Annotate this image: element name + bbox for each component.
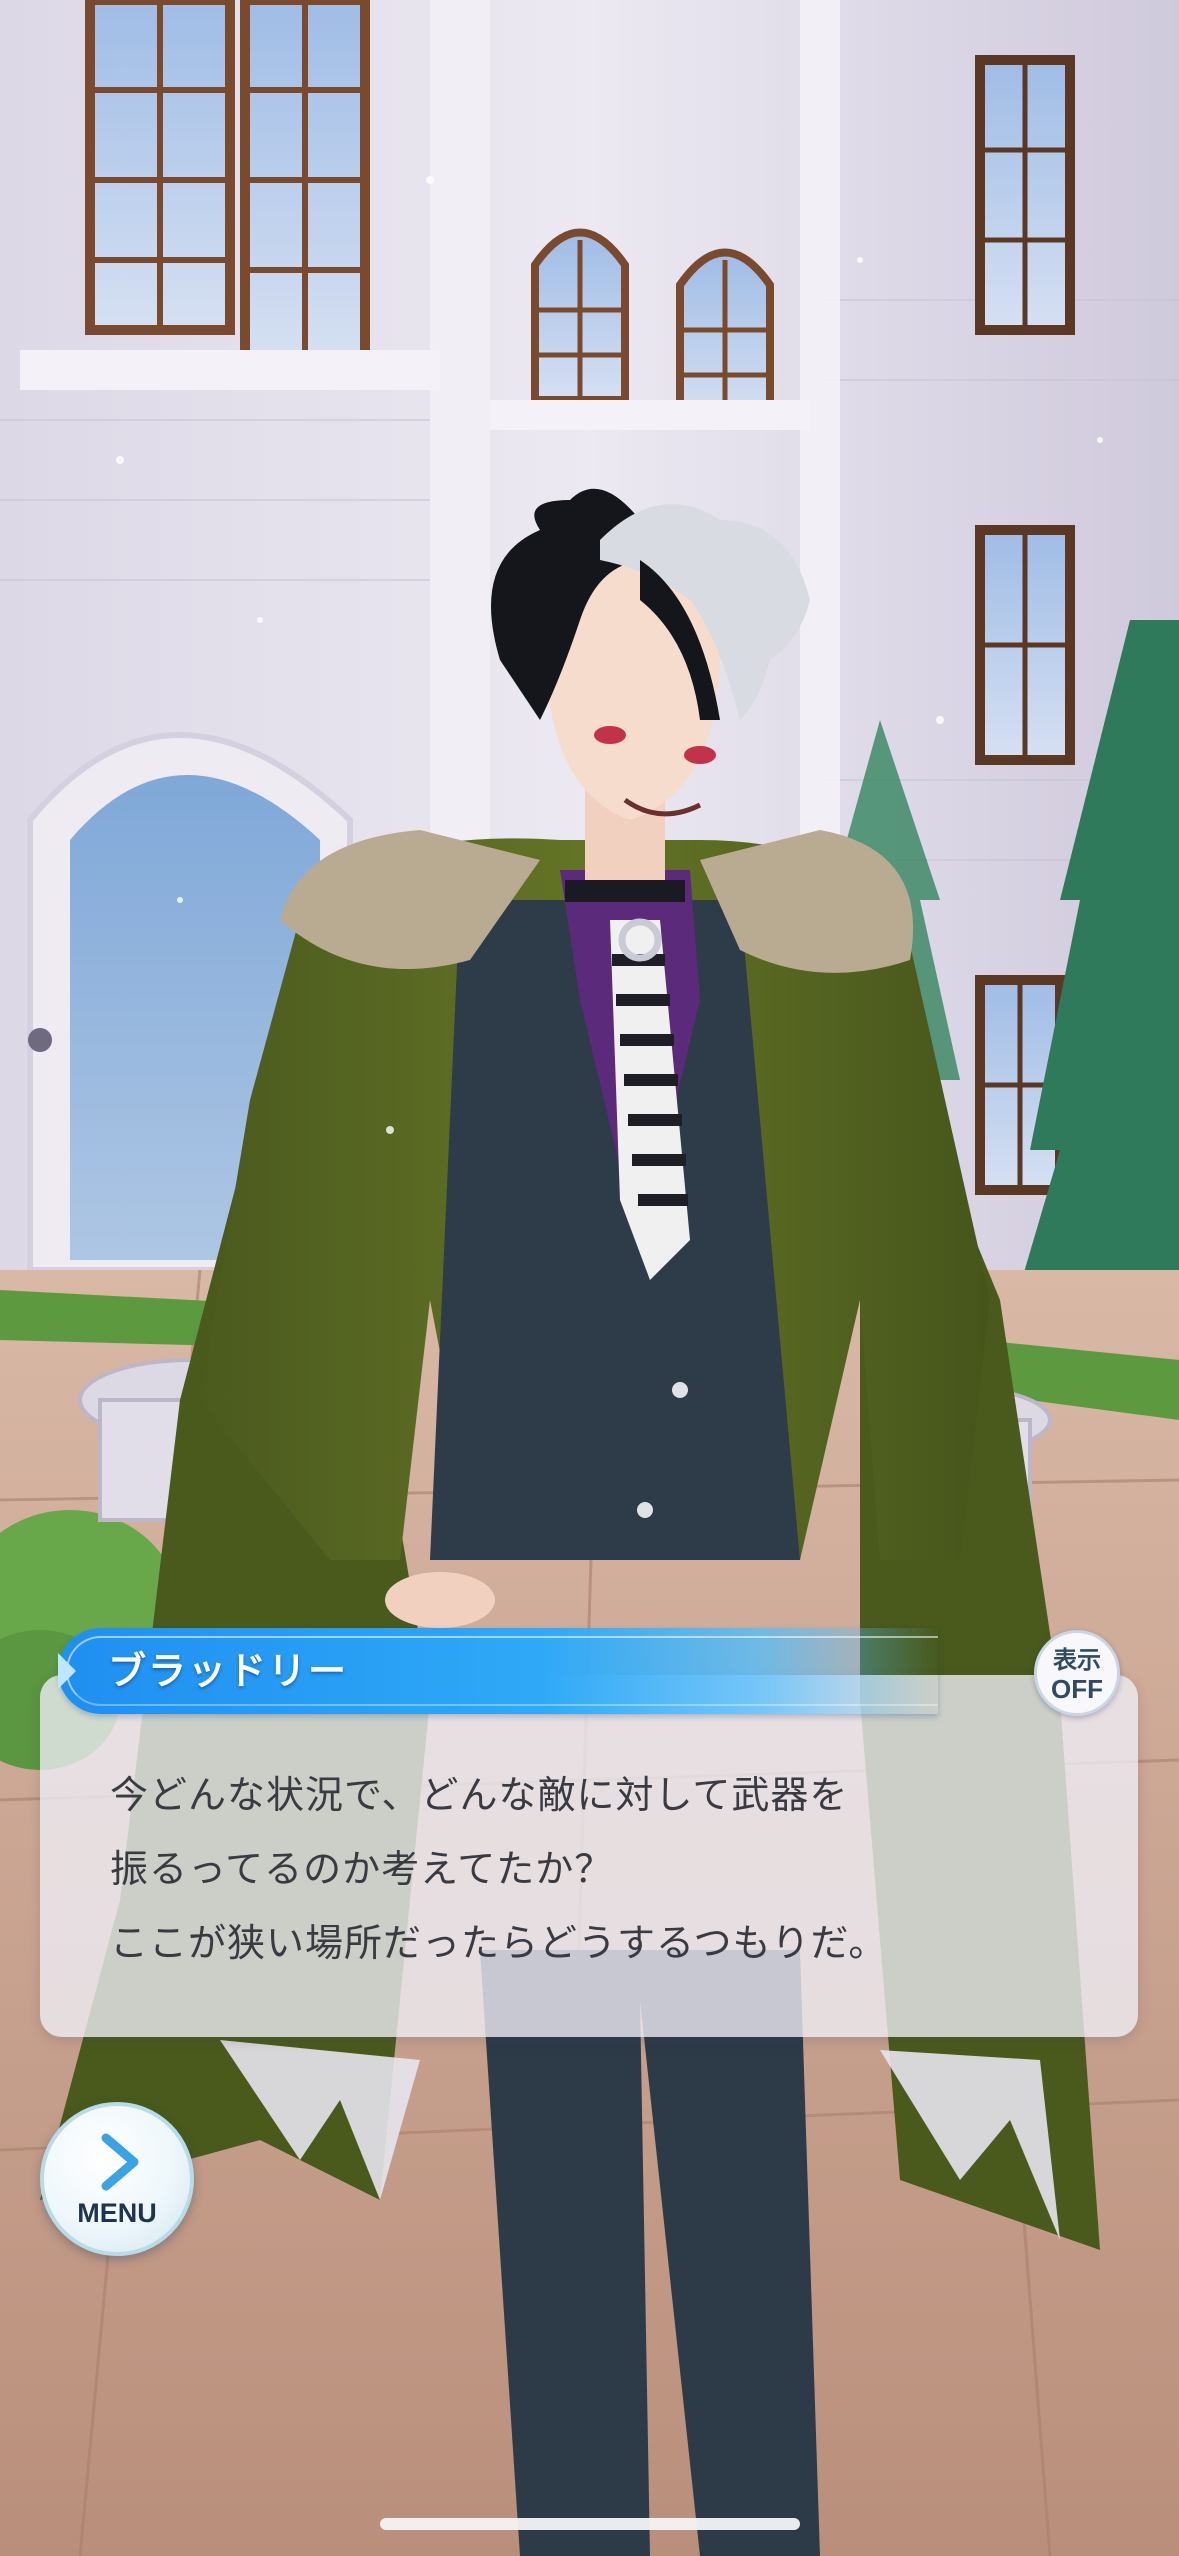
display-toggle-button[interactable]: 表示 OFF [1034,1630,1120,1716]
name-banner-arrow-icon [58,1653,76,1689]
display-toggle-label: 表示 [1053,1646,1101,1674]
display-toggle-state: OFF [1051,1674,1103,1704]
dialogue-text: 今どんな状況で、どんな敵に対して武器を 振るってるのか考えてたか？ ここが狭い場… [110,1758,1110,1980]
chevron-right-icon [101,2133,139,2191]
menu-button[interactable]: MENU [40,2102,194,2256]
home-indicator[interactable] [380,2518,800,2530]
dialogue-line: 振るってるのか考えてたか？ [110,1847,614,1891]
menu-label: MENU [77,2198,157,2228]
speaker-name: ブラッドリー [108,1649,349,1693]
dialogue-line: ここが狭い場所だったらどうするつもりだ。 [110,1921,888,1965]
dialogue-line: 今どんな状況で、どんな敵に対して武器を [110,1773,849,1817]
